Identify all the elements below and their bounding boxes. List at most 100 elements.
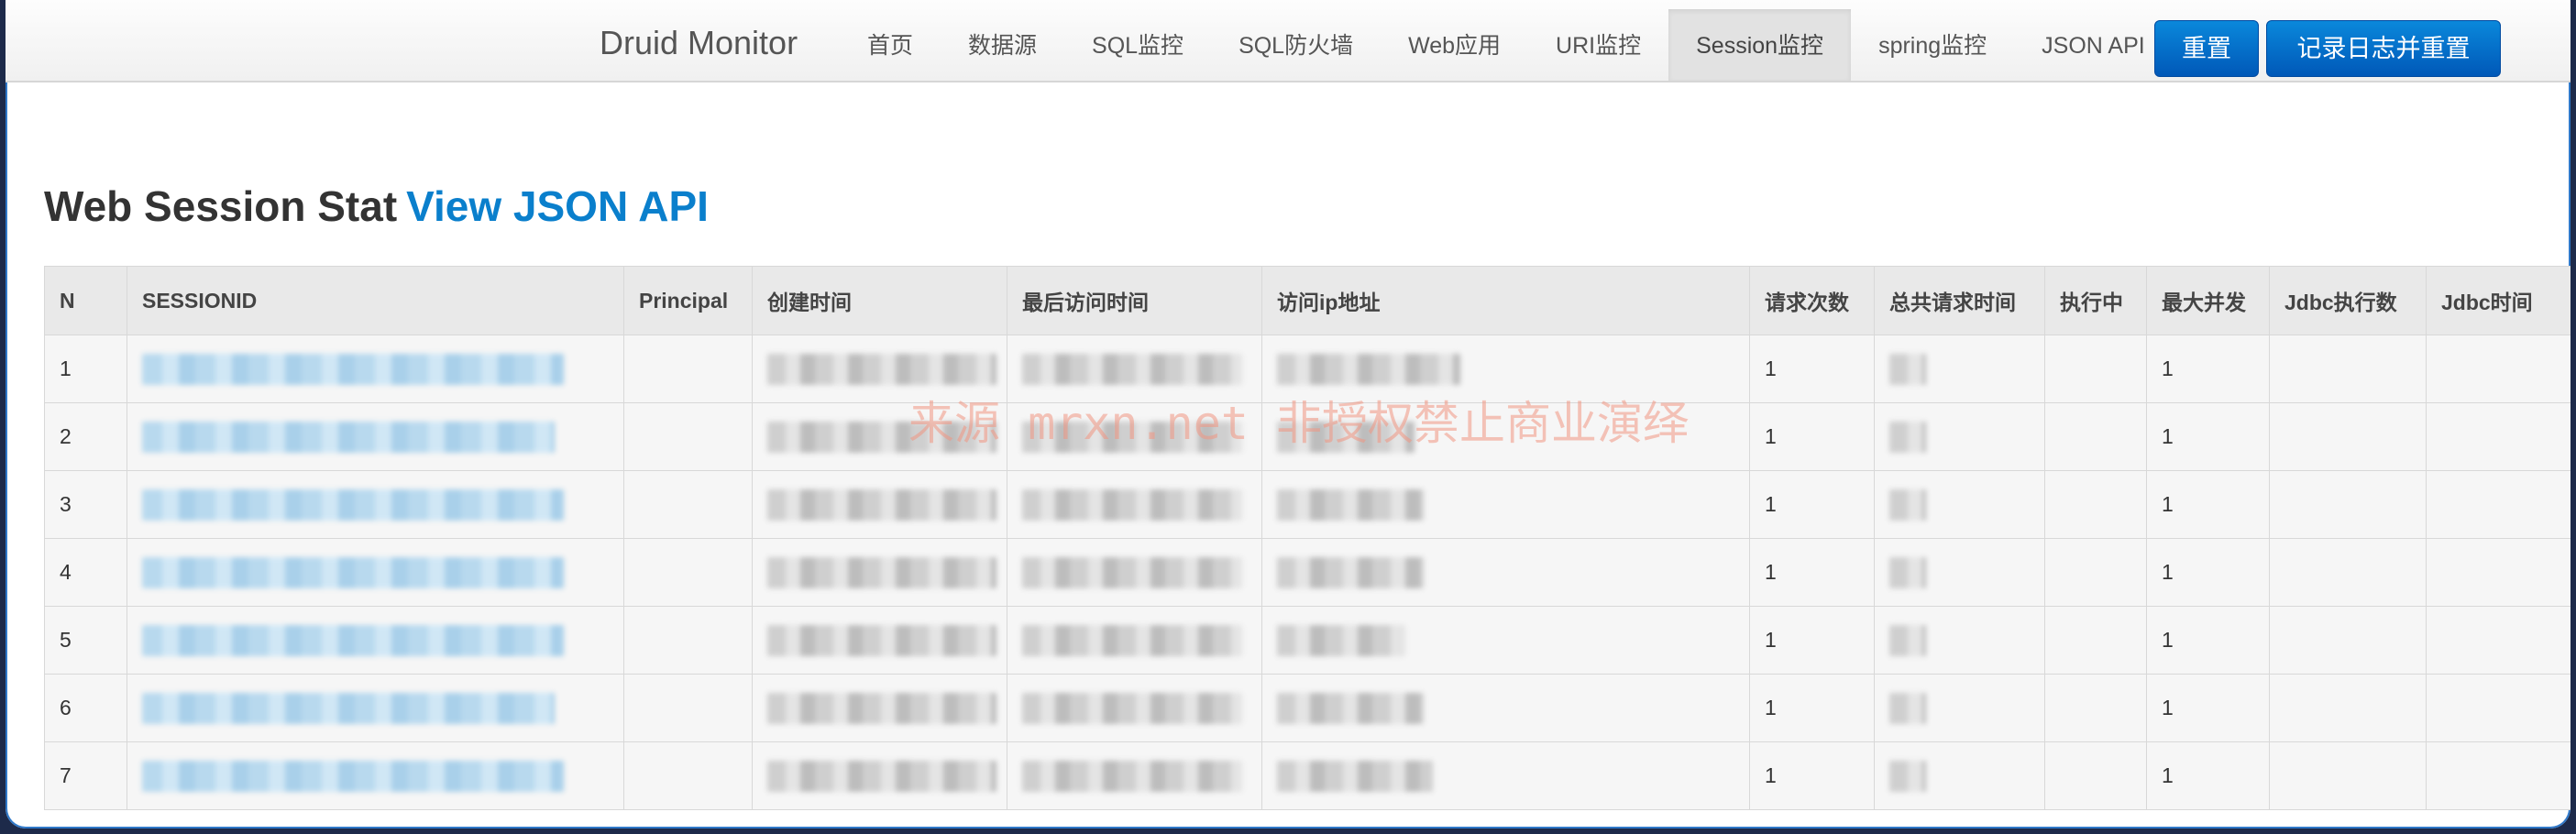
nav-uri-monitor[interactable]: URI监控 bbox=[1528, 9, 1668, 81]
nav-sql-monitor[interactable]: SQL监控 bbox=[1064, 9, 1211, 81]
cell-jdbc-exec-count bbox=[2269, 606, 2427, 675]
col-header-running[interactable]: 执行中 bbox=[2044, 266, 2147, 335]
nav-datasource[interactable]: 数据源 bbox=[941, 9, 1064, 81]
nav-sql-firewall[interactable]: SQL防火墙 bbox=[1211, 9, 1381, 81]
cell-jdbc-exec-count bbox=[2269, 674, 2427, 742]
cell-remote-ip bbox=[1261, 470, 1750, 539]
cell-last-access-time bbox=[1007, 470, 1262, 539]
cell-request-count: 1 bbox=[1749, 402, 1875, 471]
cell-n: 3 bbox=[44, 470, 127, 539]
cell-jdbc-time bbox=[2426, 606, 2570, 675]
cell-sessionid[interactable] bbox=[127, 470, 624, 539]
cell-sessionid[interactable] bbox=[127, 335, 624, 403]
cell-jdbc-time bbox=[2426, 741, 2570, 810]
table-row: 4 1 1 bbox=[44, 538, 2570, 607]
col-header-jdbc-time[interactable]: Jdbc时间 bbox=[2426, 266, 2570, 335]
table-row: 6 1 1 bbox=[44, 674, 2570, 742]
cell-create-time bbox=[752, 741, 1007, 810]
cell-n: 6 bbox=[44, 674, 127, 742]
cell-sessionid[interactable] bbox=[127, 538, 624, 607]
cell-max-concurrent: 1 bbox=[2146, 538, 2270, 607]
redacted-value bbox=[142, 692, 555, 724]
log-and-reset-button[interactable]: 记录日志并重置 bbox=[2266, 20, 2501, 77]
redacted-value bbox=[1022, 488, 1242, 521]
nav-spring-monitor[interactable]: spring监控 bbox=[1851, 9, 2014, 81]
cell-sessionid[interactable] bbox=[127, 402, 624, 471]
cell-total-request-time bbox=[1874, 538, 2045, 607]
redacted-value bbox=[1022, 556, 1242, 588]
cell-max-concurrent: 1 bbox=[2146, 606, 2270, 675]
cell-jdbc-exec-count bbox=[2269, 335, 2427, 403]
redacted-value bbox=[1889, 692, 1926, 724]
cell-request-count: 1 bbox=[1749, 470, 1875, 539]
nav-json-api[interactable]: JSON API bbox=[2014, 9, 2173, 81]
cell-last-access-time bbox=[1007, 674, 1262, 742]
view-json-api-link[interactable]: View JSON API bbox=[406, 182, 709, 230]
nav-session-monitor[interactable]: Session监控 bbox=[1668, 9, 1852, 81]
cell-n: 2 bbox=[44, 402, 127, 471]
col-header-principal[interactable]: Principal bbox=[623, 266, 753, 335]
redacted-value bbox=[1889, 353, 1926, 385]
cell-jdbc-exec-count bbox=[2269, 470, 2427, 539]
redacted-value bbox=[1277, 488, 1424, 521]
brand-title[interactable]: Druid Monitor bbox=[600, 24, 798, 62]
watermark-text: 来源 mrxn.net 非授权禁止商业演绎 bbox=[908, 397, 1690, 450]
cell-max-concurrent: 1 bbox=[2146, 741, 2270, 810]
nav-home[interactable]: 首页 bbox=[840, 9, 941, 81]
cell-total-request-time bbox=[1874, 674, 2045, 742]
cell-request-count: 1 bbox=[1749, 674, 1875, 742]
redacted-value bbox=[1277, 556, 1424, 588]
cell-create-time bbox=[752, 606, 1007, 675]
cell-running bbox=[2044, 606, 2147, 675]
col-header-create-time[interactable]: 创建时间 bbox=[752, 266, 1007, 335]
col-header-total-request-time[interactable]: 总共请求时间 bbox=[1874, 266, 2045, 335]
redacted-value bbox=[142, 421, 555, 453]
page-title-text: Web Session Stat bbox=[44, 182, 398, 230]
cell-remote-ip bbox=[1261, 674, 1750, 742]
cell-remote-ip bbox=[1261, 741, 1750, 810]
col-header-sessionid[interactable]: SESSIONID bbox=[127, 266, 624, 335]
cell-sessionid[interactable] bbox=[127, 674, 624, 742]
redacted-value bbox=[767, 488, 996, 521]
cell-sessionid[interactable] bbox=[127, 741, 624, 810]
cell-jdbc-time bbox=[2426, 538, 2570, 607]
cell-max-concurrent: 1 bbox=[2146, 402, 2270, 471]
col-header-max-concurrent[interactable]: 最大并发 bbox=[2146, 266, 2270, 335]
col-header-jdbc-exec-count[interactable]: Jdbc执行数 bbox=[2269, 266, 2427, 335]
cell-running bbox=[2044, 674, 2147, 742]
redacted-value bbox=[767, 760, 996, 792]
col-header-n[interactable]: N bbox=[44, 266, 127, 335]
cell-total-request-time bbox=[1874, 335, 2045, 403]
cell-principal bbox=[623, 335, 753, 403]
cell-running bbox=[2044, 741, 2147, 810]
cell-n: 5 bbox=[44, 606, 127, 675]
redacted-value bbox=[1889, 760, 1926, 792]
reset-button[interactable]: 重置 bbox=[2154, 20, 2259, 77]
cell-total-request-time bbox=[1874, 402, 2045, 471]
cell-principal bbox=[623, 606, 753, 675]
cell-n: 7 bbox=[44, 741, 127, 810]
cell-jdbc-exec-count bbox=[2269, 402, 2427, 471]
redacted-value bbox=[1022, 760, 1242, 792]
page-title: Web Session Stat View JSON API bbox=[44, 181, 709, 231]
col-header-remote-ip[interactable]: 访问ip地址 bbox=[1261, 266, 1750, 335]
redacted-value bbox=[1022, 353, 1242, 385]
cell-last-access-time bbox=[1007, 606, 1262, 675]
redacted-value bbox=[142, 353, 564, 385]
redacted-value bbox=[1277, 760, 1433, 792]
cell-total-request-time bbox=[1874, 606, 2045, 675]
cell-total-request-time bbox=[1874, 470, 2045, 539]
cell-last-access-time bbox=[1007, 538, 1262, 607]
table-row: 7 1 1 bbox=[44, 741, 2570, 810]
nav-web-app[interactable]: Web应用 bbox=[1381, 9, 1528, 81]
col-header-last-access-time[interactable]: 最后访问时间 bbox=[1007, 266, 1262, 335]
cell-sessionid[interactable] bbox=[127, 606, 624, 675]
cell-jdbc-exec-count bbox=[2269, 538, 2427, 607]
cell-last-access-time bbox=[1007, 741, 1262, 810]
cell-max-concurrent: 1 bbox=[2146, 470, 2270, 539]
session-stat-table: N SESSIONID Principal 创建时间 最后访问时间 访问ip地址… bbox=[44, 266, 2570, 810]
col-header-request-count[interactable]: 请求次数 bbox=[1749, 266, 1875, 335]
redacted-value bbox=[767, 692, 996, 724]
cell-principal bbox=[623, 674, 753, 742]
cell-jdbc-time bbox=[2426, 402, 2570, 471]
